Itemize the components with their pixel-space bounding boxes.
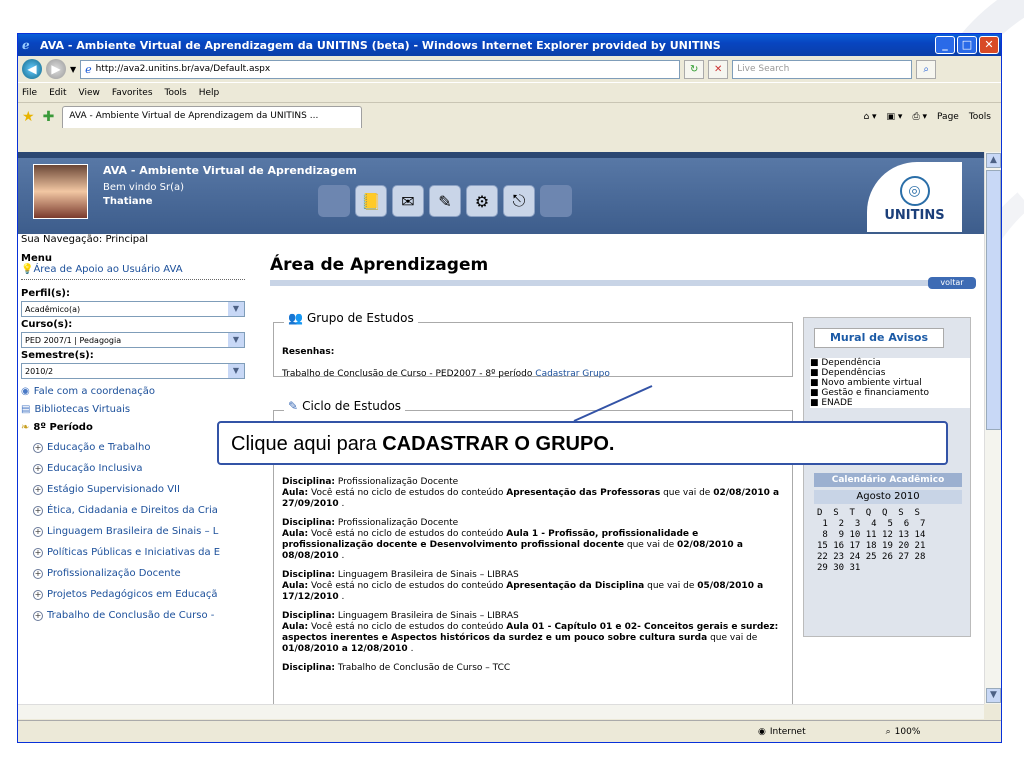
instruction-callout: Clique aqui para CADASTRAR O GRUPO. [217,421,948,465]
callout-pointer [573,385,653,422]
